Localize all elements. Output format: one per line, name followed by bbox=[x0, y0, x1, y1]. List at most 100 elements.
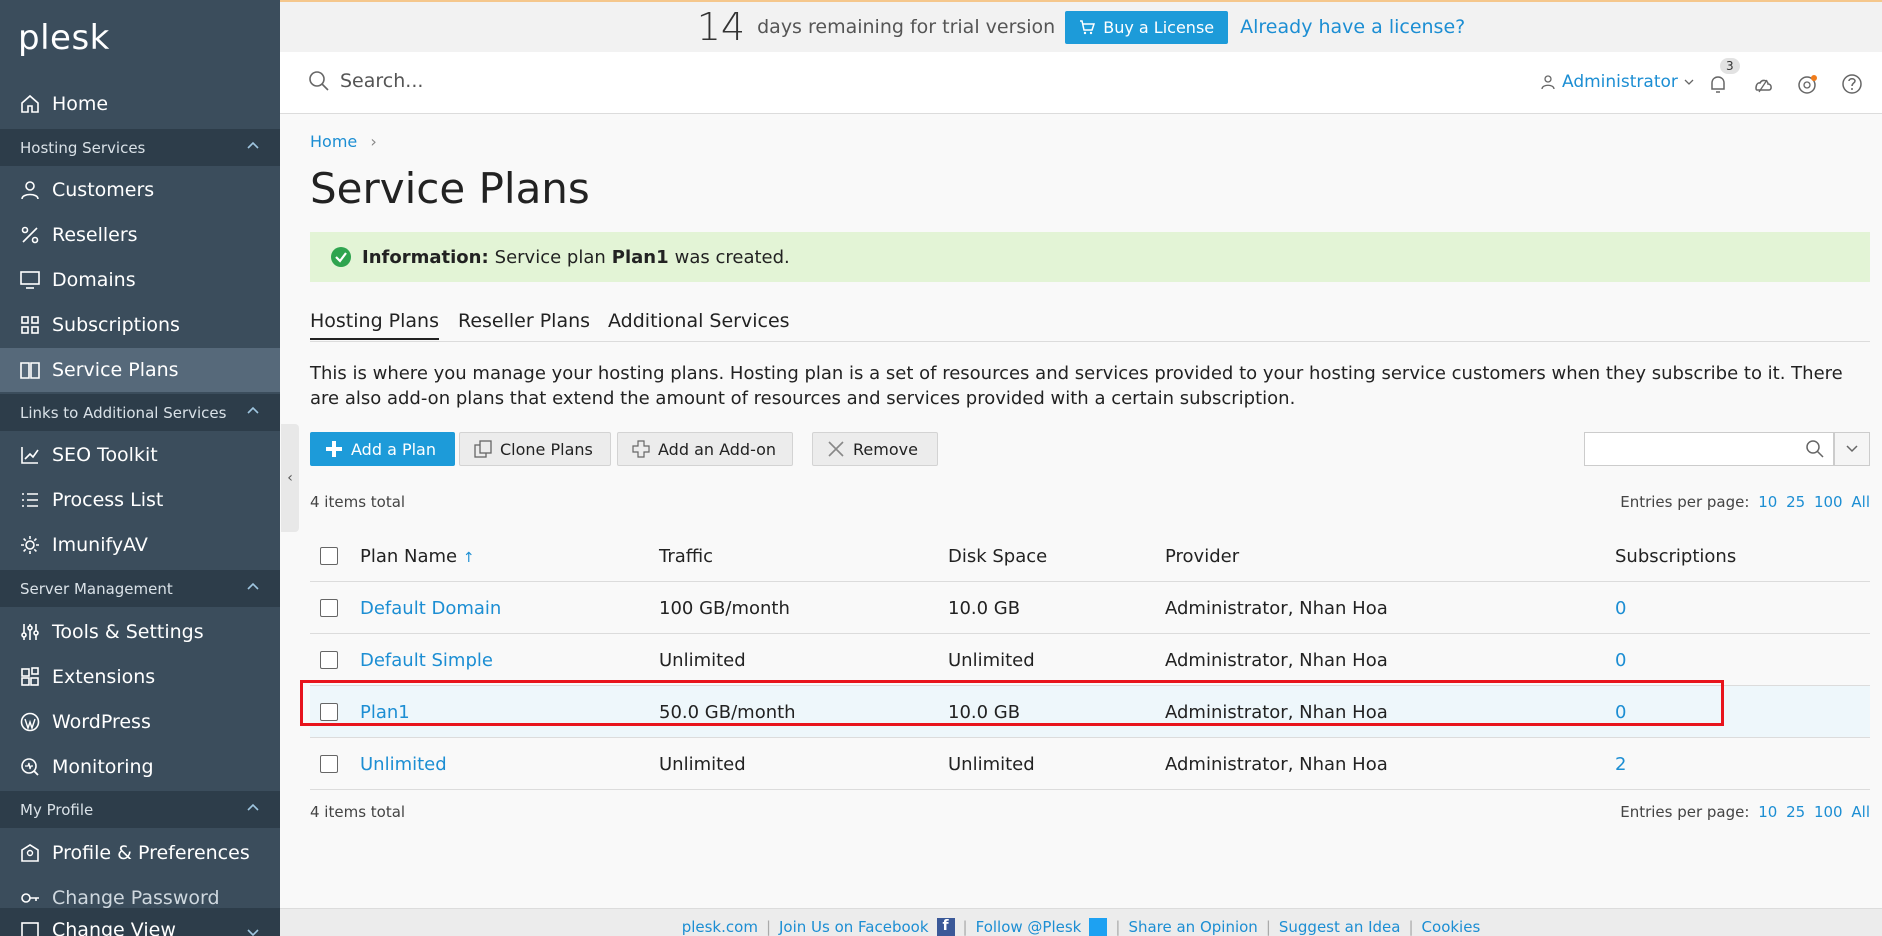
info-text-2: was created. bbox=[674, 246, 790, 268]
sidebar-item-change-view[interactable]: Change View bbox=[0, 908, 280, 936]
subscriptions-link[interactable]: 2 bbox=[1615, 754, 1626, 775]
gear-icon bbox=[18, 533, 42, 557]
add-addon-button[interactable]: Add an Add-on bbox=[617, 432, 793, 466]
sidebar-item-process-list[interactable]: Process List bbox=[0, 478, 280, 522]
sidebar-item-extensions[interactable]: Extensions bbox=[0, 655, 280, 699]
section-label: Hosting Services bbox=[20, 138, 146, 157]
section-my-profile[interactable]: My Profile bbox=[0, 791, 280, 828]
plesk-logo[interactable]: plesk bbox=[18, 18, 110, 58]
user-name: Administrator bbox=[1562, 72, 1678, 92]
row-checkbox[interactable] bbox=[320, 599, 338, 617]
plan-name-link[interactable]: Default Simple bbox=[360, 650, 493, 671]
sidebar-item-domains[interactable]: Domains bbox=[0, 258, 280, 302]
footer-link-twitter[interactable]: Follow @Plesk bbox=[976, 918, 1082, 936]
sidebar-item-customers[interactable]: Customers bbox=[0, 168, 280, 212]
user-icon bbox=[18, 178, 42, 202]
add-addon-label: Add an Add-on bbox=[658, 439, 777, 459]
extensions-catalog-button[interactable] bbox=[1795, 72, 1819, 96]
section-hosting-services[interactable]: Hosting Services bbox=[0, 129, 280, 166]
highlight-annotation-box bbox=[300, 680, 1724, 726]
footer-link-facebook[interactable]: Join Us on Facebook bbox=[779, 918, 929, 936]
entries-option-10[interactable]: 10 bbox=[1758, 803, 1777, 821]
entries-option-all[interactable]: All bbox=[1851, 803, 1870, 821]
search-options-dropdown[interactable] bbox=[1834, 432, 1870, 466]
row-checkbox[interactable] bbox=[320, 651, 338, 669]
footer-link-idea[interactable]: Suggest an Idea bbox=[1279, 918, 1401, 936]
sidebar-item-wordpress[interactable]: WordPress bbox=[0, 700, 280, 744]
row-checkbox[interactable] bbox=[320, 755, 338, 773]
cloud-icon bbox=[1751, 79, 1775, 100]
chevron-up-icon bbox=[246, 139, 260, 157]
footer-separator: | bbox=[765, 918, 771, 936]
section-label: Links to Additional Services bbox=[20, 403, 227, 422]
sidebar-item-label: Customers bbox=[52, 179, 155, 201]
sidebar-collapse-toggle[interactable]: ‹ bbox=[281, 424, 299, 532]
breadcrumb-home-link[interactable]: Home bbox=[310, 132, 357, 151]
section-links-additional[interactable]: Links to Additional Services bbox=[0, 394, 280, 431]
clone-plans-button[interactable]: Clone Plans bbox=[459, 432, 611, 466]
footer-link-cookies[interactable]: Cookies bbox=[1422, 918, 1481, 936]
plan-name-link[interactable]: Default Domain bbox=[360, 598, 501, 619]
provider-cell: Administrator, Nhan Hoa bbox=[1165, 598, 1388, 619]
user-menu[interactable]: Administrator bbox=[1540, 72, 1694, 92]
global-search[interactable]: Search... bbox=[308, 70, 423, 92]
sidebar-item-service-plans[interactable]: Service Plans bbox=[0, 348, 280, 392]
help-button[interactable] bbox=[1840, 72, 1864, 96]
list-search-input[interactable] bbox=[1584, 432, 1834, 466]
sidebar-item-home[interactable]: Home bbox=[0, 82, 280, 126]
entries-label: Entries per page: bbox=[1620, 803, 1750, 821]
buy-license-button[interactable]: Buy a License bbox=[1065, 10, 1229, 44]
chevron-up-icon bbox=[246, 801, 260, 819]
entries-option-25[interactable]: 25 bbox=[1786, 493, 1805, 511]
column-header-traffic[interactable]: Traffic bbox=[659, 546, 713, 567]
column-header-plan-name[interactable]: Plan Name ↑ bbox=[360, 546, 475, 567]
cloud-button[interactable] bbox=[1751, 72, 1775, 96]
info-message: Information: Service plan Plan1 was crea… bbox=[310, 232, 1870, 282]
check-circle-icon bbox=[330, 246, 352, 268]
sidebar-item-imunifyav[interactable]: ImunifyAV bbox=[0, 523, 280, 567]
already-have-license-link[interactable]: Already have a license? bbox=[1240, 16, 1465, 38]
tab-additional-services[interactable]: Additional Services bbox=[608, 310, 790, 340]
sidebar-item-monitoring[interactable]: Monitoring bbox=[0, 745, 280, 789]
section-label: Server Management bbox=[20, 579, 173, 598]
select-all-checkbox[interactable] bbox=[320, 547, 338, 565]
footer-separator: | bbox=[1265, 918, 1271, 936]
sidebar-item-label: ImunifyAV bbox=[52, 534, 148, 556]
entries-option-100[interactable]: 100 bbox=[1814, 493, 1843, 511]
tabs-divider bbox=[310, 341, 1870, 342]
plan-tabs: Hosting Plans Reseller Plans Additional … bbox=[310, 310, 1870, 340]
subscriptions-link[interactable]: 0 bbox=[1615, 650, 1626, 671]
footer-link-plesk[interactable]: plesk.com bbox=[682, 918, 758, 936]
column-label: Plan Name bbox=[360, 546, 458, 567]
provider-cell: Administrator, Nhan Hoa bbox=[1165, 754, 1388, 775]
sidebar-item-tools-settings[interactable]: Tools & Settings bbox=[0, 610, 280, 654]
section-server-management[interactable]: Server Management bbox=[0, 570, 280, 607]
subscriptions-link[interactable]: 0 bbox=[1615, 598, 1626, 619]
entries-option-10[interactable]: 10 bbox=[1758, 493, 1777, 511]
footer: plesk.com | Join Us on Facebook f | Follow… bbox=[280, 908, 1882, 936]
notifications-button[interactable]: 3 bbox=[1706, 58, 1740, 96]
entries-option-all[interactable]: All bbox=[1851, 493, 1870, 511]
sidebar-item-profile-preferences[interactable]: Profile & Preferences bbox=[0, 831, 280, 875]
sidebar-item-seo-toolkit[interactable]: SEO Toolkit bbox=[0, 433, 280, 477]
column-header-disk-space[interactable]: Disk Space bbox=[948, 546, 1047, 567]
plus-icon bbox=[325, 440, 343, 458]
entries-option-25[interactable]: 25 bbox=[1786, 803, 1805, 821]
plan-name-link[interactable]: Unlimited bbox=[360, 754, 447, 775]
disk-space-cell: 10.0 GB bbox=[948, 598, 1021, 619]
sidebar-item-subscriptions[interactable]: Subscriptions bbox=[0, 303, 280, 347]
search-icon bbox=[308, 70, 330, 92]
column-header-subscriptions[interactable]: Subscriptions bbox=[1615, 546, 1736, 567]
sidebar: plesk Home Hosting Services Customers Re… bbox=[0, 0, 280, 936]
column-header-provider[interactable]: Provider bbox=[1165, 546, 1239, 567]
tab-hosting-plans[interactable]: Hosting Plans bbox=[310, 310, 440, 340]
sidebar-item-resellers[interactable]: Resellers bbox=[0, 213, 280, 257]
add-plan-button[interactable]: Add a Plan bbox=[310, 432, 455, 466]
tab-reseller-plans[interactable]: Reseller Plans bbox=[458, 310, 590, 340]
remove-button[interactable]: Remove bbox=[812, 432, 938, 466]
buy-license-label: Buy a License bbox=[1103, 17, 1215, 37]
entries-option-100[interactable]: 100 bbox=[1814, 803, 1843, 821]
footer-link-opinion[interactable]: Share an Opinion bbox=[1128, 918, 1257, 936]
sidebar-item-label: Change Password bbox=[52, 887, 220, 909]
clone-plans-label: Clone Plans bbox=[500, 439, 593, 459]
